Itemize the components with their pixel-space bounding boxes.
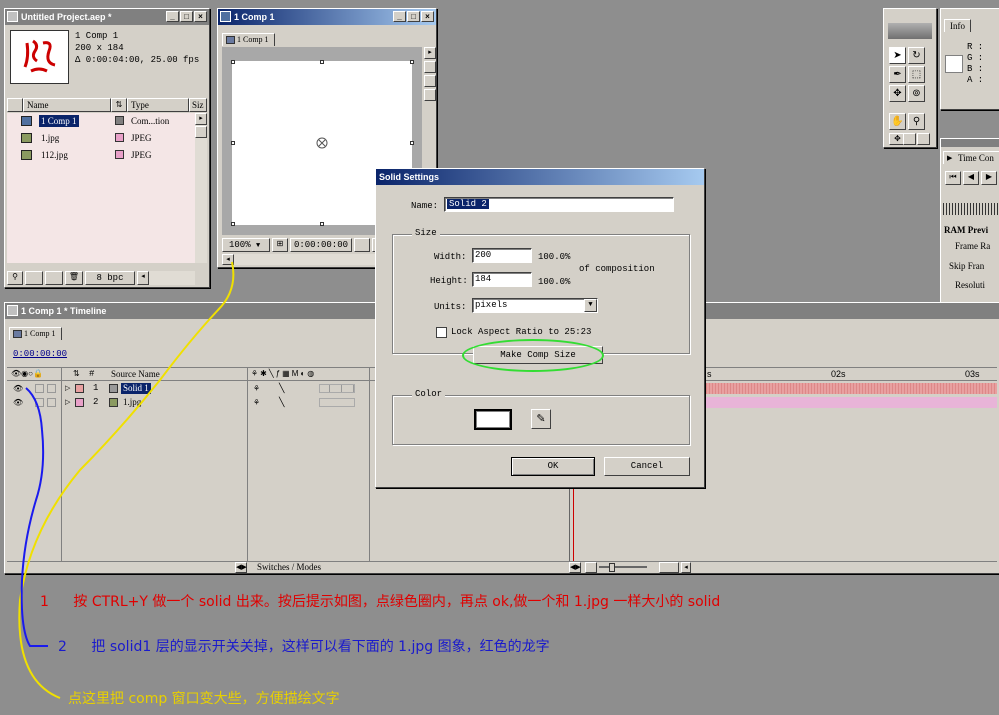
annotation-step-3: 点这里把 comp 窗口变大些，方便描绘文字 — [68, 688, 340, 708]
step-2-number: 2 — [58, 639, 67, 655]
step-3-text: 点这里把 comp 窗口变大些，方便描绘文字 — [68, 691, 340, 707]
step-1-text: 按 CTRL+Y 做一个 solid 出来。按后提示如图，点绿色圈内，再点 ok… — [73, 594, 721, 610]
step-1-number: 1 — [40, 594, 49, 610]
yellow-annotation-curve — [18, 261, 235, 699]
step-2-text: 把 solid1 层的显示开关关掉，这样可以看下面的 1.jpg 图象，红色的龙… — [91, 639, 550, 655]
annotation-step-1: 1 按 CTRL+Y 做一个 solid 出来。按后提示如图，点绿色圈内，再点 … — [40, 591, 720, 611]
annotation-step-2: 2 把 solid1 层的显示开关关掉，这样可以看下面的 1.jpg 图象，红色… — [58, 636, 550, 656]
